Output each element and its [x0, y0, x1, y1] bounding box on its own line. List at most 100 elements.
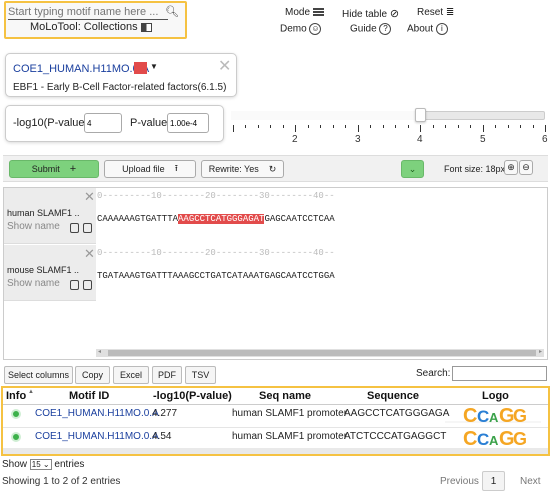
slider-tick: [358, 125, 359, 132]
zoom-in-button[interactable]: ⊕: [504, 160, 518, 175]
slider-tick: [395, 125, 396, 128]
column-header-log-pvalue[interactable]: -log10(P-value): [153, 390, 232, 402]
sequence-segment: TGATAAAGTGATTTAAAGCCTGATCATAAATGAGCAATCC…: [97, 271, 335, 281]
seq-name-cell: human SLAMF1 promoter: [232, 431, 348, 442]
expand-row-icon[interactable]: [11, 432, 21, 442]
sequence-segment: GAGCAATCCTCAA: [264, 214, 335, 224]
reset-label: Reset: [417, 7, 444, 18]
slider-tick: [258, 125, 259, 128]
upload-file-button[interactable]: Upload file ⭱: [104, 160, 196, 178]
menu-icon: [312, 8, 324, 17]
guide-button[interactable]: Guide ?: [350, 23, 392, 35]
sequence-name: human SLAMF1 ..: [7, 208, 80, 218]
column-header-logo[interactable]: Logo: [482, 390, 509, 402]
demo-button[interactable]: Demo ☺: [280, 23, 322, 35]
slider-tick: [245, 125, 246, 128]
position-ruler: 0---------10--------20--------30--------…: [97, 191, 335, 201]
pdf-button[interactable]: PDF: [152, 366, 182, 384]
select-columns-button[interactable]: Select columns: [4, 366, 73, 384]
motif-hit-highlight[interactable]: AAGCCTCATGGGAGAT: [178, 214, 265, 224]
motif-color-swatch[interactable]: [134, 62, 147, 74]
about-button[interactable]: About i: [407, 23, 448, 35]
page-length-select[interactable]: 15 ⌄: [29, 459, 52, 470]
collections-button[interactable]: MoLoTool: Collections: [30, 21, 152, 33]
plus-icon: +: [69, 163, 77, 175]
slider-tick: [383, 125, 384, 128]
show-name-toggle[interactable]: Show name: [7, 221, 60, 232]
scroll-right-icon[interactable]: ▸: [539, 348, 542, 355]
page-number-button[interactable]: 1: [482, 471, 505, 491]
zoom-out-button[interactable]: ⊖: [519, 160, 533, 175]
remove-sequence-icon[interactable]: ✕: [84, 189, 95, 205]
tsv-button[interactable]: TSV: [185, 366, 216, 384]
close-icon[interactable]: ✕: [218, 56, 231, 76]
copy-button[interactable]: Copy: [75, 366, 110, 384]
svg-text:G: G: [513, 406, 527, 425]
motif-id-cell[interactable]: COE1_HUMAN.H11MO.0.A: [35, 431, 159, 442]
sequence-label-block: ✕ mouse SLAMF1 .. Show name: [4, 245, 96, 301]
table-scrollbar[interactable]: [3, 448, 548, 454]
collapse-toggle-button[interactable]: ⌄: [401, 160, 424, 178]
excel-button[interactable]: Excel: [113, 366, 149, 384]
table-search-input[interactable]: [452, 366, 547, 381]
page-number: 1: [490, 475, 497, 487]
scrollbar-thumb[interactable]: [108, 350, 536, 356]
motif-logo: C C A G G: [463, 428, 527, 448]
sort-asc-icon[interactable]: ▲: [28, 389, 34, 395]
column-header-info[interactable]: Info: [6, 390, 26, 402]
copy-icon[interactable]: [83, 223, 92, 233]
expand-row-icon[interactable]: [11, 409, 21, 419]
show-name-toggle[interactable]: Show name: [7, 278, 60, 289]
mode-button[interactable]: Mode: [285, 7, 324, 18]
slider-tick: [458, 125, 459, 128]
log-pvalue-input[interactable]: [84, 113, 122, 133]
sequence-cell: ATCTCCCATGAGGCT: [344, 431, 447, 442]
motif-name[interactable]: COE1_HUMAN.H11MO.0.A: [13, 63, 149, 75]
slider-tick: [433, 125, 434, 128]
motif-search-input[interactable]: [8, 4, 168, 20]
position-ruler: 0---------10--------20--------30--------…: [97, 248, 335, 258]
pvalue-input[interactable]: [167, 113, 209, 133]
caret-down-icon[interactable]: ▼: [150, 62, 158, 71]
next-page-button[interactable]: Next: [520, 476, 541, 487]
excel-label: Excel: [119, 370, 142, 380]
slider-tick: [420, 125, 421, 132]
remove-sequence-icon[interactable]: ✕: [84, 246, 95, 262]
svg-text:A: A: [489, 410, 499, 425]
previous-page-button[interactable]: Previous: [440, 476, 479, 487]
rewrite-button[interactable]: Rewrite: Yes ↻: [201, 160, 284, 178]
slider-handle[interactable]: [415, 108, 427, 122]
svg-text:C: C: [463, 428, 477, 448]
select-columns-label: Select columns: [7, 370, 70, 380]
seq-name-cell: human SLAMF1 promoter: [232, 408, 348, 419]
motif-id-cell[interactable]: COE1_HUMAN.H11MO.0.A: [35, 408, 159, 419]
column-header-seq-name[interactable]: Seq name: [259, 390, 311, 402]
pvalue-label: P-value:: [130, 117, 171, 129]
collections-icon: [140, 22, 152, 32]
reset-button[interactable]: Reset ≣: [417, 7, 454, 18]
question-icon: ?: [379, 23, 392, 35]
slider-tick: [520, 125, 521, 128]
submit-button[interactable]: Submit +: [9, 160, 99, 178]
column-header-motif-id[interactable]: Motif ID: [69, 390, 109, 402]
collections-label: MoLoTool: Collections: [30, 21, 138, 33]
rewrite-label: Rewrite: Yes: [208, 164, 259, 174]
lock-icon[interactable]: [70, 280, 79, 290]
lock-icon[interactable]: [70, 223, 79, 233]
column-header-sequence[interactable]: Sequence: [367, 390, 419, 402]
slider-tick-label: 5: [480, 134, 486, 145]
slider-tick: [483, 125, 484, 132]
sequence-label-block: ✕ human SLAMF1 .. Show name: [4, 188, 96, 244]
slider-tick: [320, 125, 321, 128]
slider-tick: [508, 125, 509, 128]
svg-text:A: A: [489, 433, 499, 448]
upload-label: Upload file: [122, 164, 165, 174]
hide-table-button[interactable]: Hide table ⊘: [342, 7, 399, 20]
eye-slash-icon: ⊘: [389, 8, 400, 20]
search-icon[interactable]: 🔍︎: [165, 5, 179, 18]
log-pvalue-cell: 4.277: [152, 408, 178, 419]
font-size-label: Font size: 18px: [444, 164, 506, 174]
copy-icon[interactable]: [83, 280, 92, 290]
scroll-left-icon[interactable]: ◂: [98, 348, 101, 355]
info-icon: i: [435, 23, 448, 35]
